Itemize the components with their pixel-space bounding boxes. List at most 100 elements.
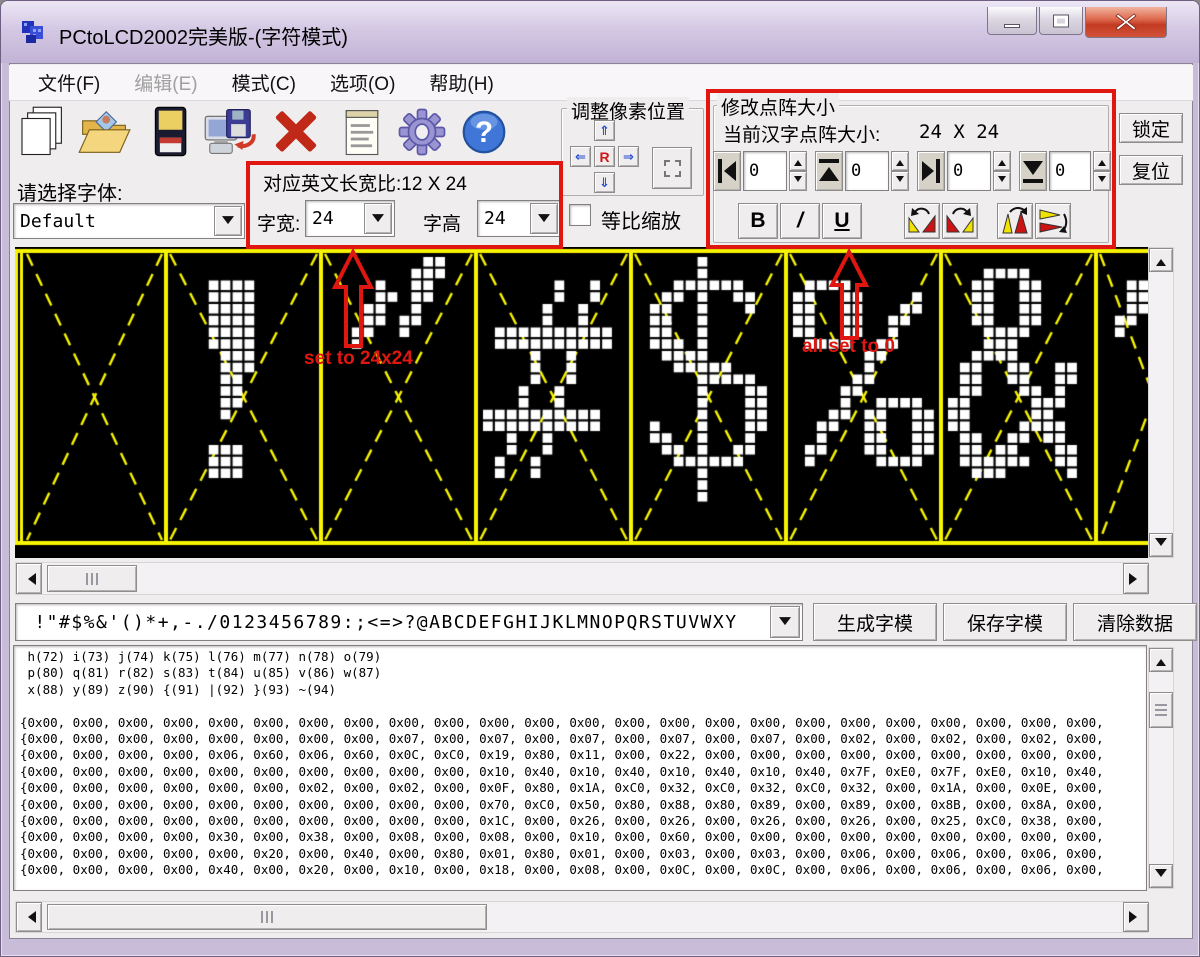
underline-button[interactable]: U <box>822 203 862 239</box>
output-line: x(88) y(89) z(90) {(91) |(92) }(93) ~(94… <box>20 682 1144 698</box>
maximize-button[interactable] <box>1039 7 1083 35</box>
spin-up-button[interactable] <box>891 151 909 171</box>
scrollbar-thumb[interactable] <box>47 565 137 592</box>
preview-vscrollbar[interactable] <box>1148 247 1174 558</box>
top-edge-button[interactable] <box>815 151 843 191</box>
char-height-label: 字高 <box>423 209 461 236</box>
scroll-down-button[interactable] <box>1149 864 1173 888</box>
left-edge-spinner <box>789 151 807 191</box>
left-edge-button[interactable] <box>713 151 741 191</box>
output-hscrollbar[interactable] <box>15 901 1148 933</box>
charmap-dropdown-button[interactable] <box>770 606 800 638</box>
center-glyph-button[interactable] <box>652 147 692 189</box>
scrollbar-thumb[interactable] <box>47 904 487 930</box>
spin-up-button[interactable] <box>993 151 1011 171</box>
underline-label: U <box>834 209 849 233</box>
ratio-label: 对应英文长宽比:12 X 24 <box>263 169 467 196</box>
generate-font-label: 生成字模 <box>837 609 913 636</box>
scrollbar-thumb[interactable] <box>1149 692 1173 728</box>
preview-hscrollbar[interactable] <box>15 562 1148 595</box>
top-edge-value[interactable]: 0 <box>845 151 889 191</box>
scale-checkbox[interactable] <box>569 204 591 226</box>
move-up-button[interactable]: ⇑ <box>594 120 615 141</box>
font-select-value: Default <box>14 211 212 232</box>
left-edge-icon <box>715 155 739 187</box>
scroll-up-button[interactable] <box>1149 648 1173 672</box>
char-width-combo[interactable]: 24 <box>305 200 395 237</box>
output-line: {0x00, 0x00, 0x00, 0x00, 0x30, 0x00, 0x3… <box>20 829 1144 845</box>
move-right-button[interactable]: ⇒ <box>618 146 639 167</box>
spin-down-button[interactable] <box>891 171 909 191</box>
reset-letter: R <box>599 149 609 165</box>
open-file-icon[interactable] <box>77 103 131 161</box>
question-glyph: ? <box>475 117 493 149</box>
rotate-left-button[interactable] <box>904 203 940 239</box>
scroll-right-button[interactable] <box>1123 563 1149 594</box>
font-select-combo[interactable]: Default <box>13 203 245 239</box>
move-down-button[interactable]: ⇓ <box>594 172 615 193</box>
move-left-button[interactable]: ⇐ <box>570 146 591 167</box>
scroll-down-button[interactable] <box>1149 533 1173 557</box>
save-to-disk-icon[interactable] <box>203 103 257 161</box>
scroll-left-button[interactable] <box>16 902 42 932</box>
char-width-value: 24 <box>306 208 362 229</box>
reset-position-button[interactable]: R <box>594 146 615 167</box>
rotate-right-button[interactable] <box>942 203 978 239</box>
settings-icon[interactable] <box>395 103 449 161</box>
scroll-right-button[interactable] <box>1123 902 1149 932</box>
spin-down-button[interactable] <box>993 171 1011 191</box>
font-select-dropdown-button[interactable] <box>214 206 242 236</box>
bottom-edge-icon <box>1020 155 1046 187</box>
spin-up-button[interactable] <box>1093 151 1111 171</box>
italic-button[interactable]: / <box>780 203 820 239</box>
menu-mode[interactable]: 模式(C) <box>215 65 313 100</box>
close-button[interactable] <box>1085 7 1167 38</box>
bottom-edge-value[interactable]: 0 <box>1049 151 1091 191</box>
output-line: p(80) q(81) r(82) s(83) t(84) u(85) v(86… <box>20 665 1144 681</box>
left-edge-value[interactable]: 0 <box>743 151 787 191</box>
generate-font-button[interactable]: 生成字模 <box>813 603 937 641</box>
menu-file[interactable]: 文件(F) <box>21 65 117 100</box>
glyph-preview-grid[interactable] <box>15 247 1148 558</box>
spin-up-button[interactable] <box>789 151 807 171</box>
charmap-value: !"#$%&'()*+,-./0123456789:;<=>?@ABCDEFGH… <box>16 612 768 633</box>
output-line: {0x00, 0x00, 0x00, 0x00, 0x00, 0x00, 0x0… <box>20 813 1144 829</box>
output-vscrollbar[interactable] <box>1148 647 1174 889</box>
char-height-dropdown-button[interactable] <box>530 203 558 234</box>
char-width-dropdown-button[interactable] <box>364 203 392 234</box>
reset-button[interactable]: 复位 <box>1119 155 1183 185</box>
lock-label: 锁定 <box>1132 115 1170 142</box>
menu-options[interactable]: 选项(O) <box>313 65 412 100</box>
flip-horizontal-icon <box>1038 206 1068 236</box>
spin-down-button[interactable] <box>1093 171 1111 191</box>
right-edge-value[interactable]: 0 <box>947 151 991 191</box>
bold-button[interactable]: B <box>738 203 778 239</box>
right-edge-button[interactable] <box>917 151 945 191</box>
save-font-button[interactable]: 保存字模 <box>943 603 1067 641</box>
new-file-icon[interactable] <box>13 103 67 161</box>
save-icon[interactable] <box>143 103 197 161</box>
flip-vertical-button[interactable] <box>997 203 1033 239</box>
lock-button[interactable]: 锁定 <box>1119 113 1183 143</box>
minimize-button[interactable] <box>987 7 1037 35</box>
charmap-combo[interactable]: !"#$%&'()*+,-./0123456789:;<=>?@ABCDEFGH… <box>15 603 803 641</box>
output-textarea[interactable]: h(72) i(73) j(74) k(75) l(76) m(77) n(78… <box>13 645 1147 891</box>
output-line <box>20 698 1144 714</box>
help-icon[interactable]: ? <box>457 103 511 161</box>
char-width-label: 字宽: <box>257 209 300 236</box>
scroll-up-button[interactable] <box>1149 248 1173 272</box>
flip-vertical-icon <box>1000 206 1030 236</box>
output-line: {0x00, 0x00, 0x00, 0x00, 0x00, 0x00, 0x0… <box>20 731 1144 747</box>
clear-data-button[interactable]: 清除数据 <box>1073 603 1197 641</box>
menu-edit[interactable]: 编辑(E) <box>117 65 214 100</box>
code-notes-icon[interactable] <box>335 103 389 161</box>
flip-horizontal-button[interactable] <box>1035 203 1071 239</box>
delete-icon[interactable] <box>269 103 323 161</box>
bottom-edge-button[interactable] <box>1019 151 1047 191</box>
scroll-left-button[interactable] <box>16 563 42 594</box>
center-box-icon <box>664 160 681 177</box>
menu-help[interactable]: 帮助(H) <box>412 65 510 100</box>
output-line: {0x00, 0x00, 0x00, 0x00, 0x00, 0x20, 0x0… <box>20 846 1144 862</box>
char-height-combo[interactable]: 24 <box>477 200 561 237</box>
spin-down-button[interactable] <box>789 171 807 191</box>
